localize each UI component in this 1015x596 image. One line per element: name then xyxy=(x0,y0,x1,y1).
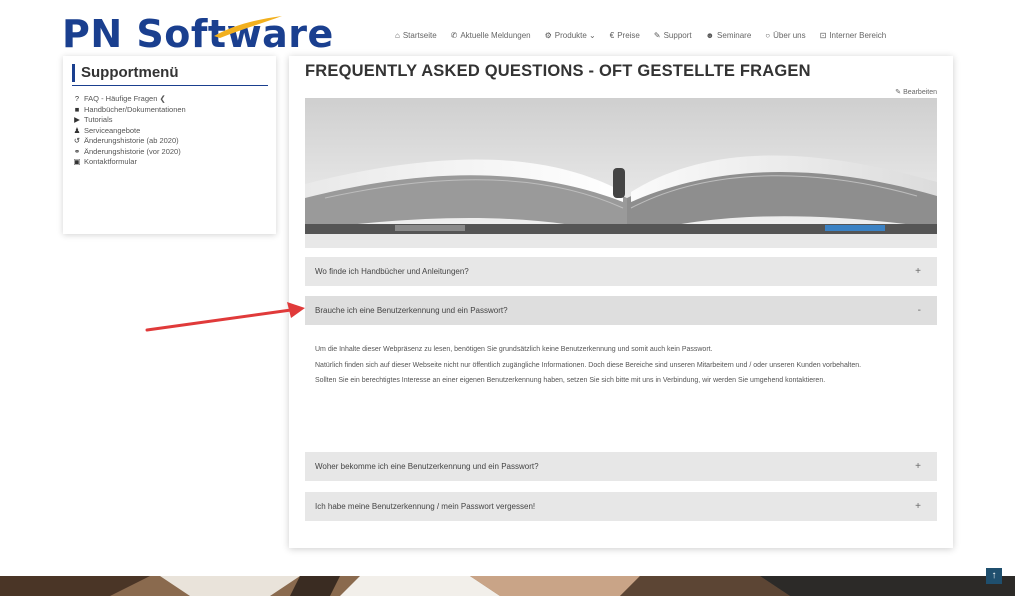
nav-item-seminare[interactable]: ☻ Seminare xyxy=(706,28,752,42)
faq-card: FREQUENTLY ASKED QUESTIONS - OFT GESTELL… xyxy=(289,56,953,548)
faq-question: Ich habe meine Benutzerkennung / mein Pa… xyxy=(315,502,536,511)
footer-background-image xyxy=(0,576,1015,596)
hero-book-image xyxy=(305,98,937,248)
faq-item-passwort-vergessen[interactable]: Ich habe meine Benutzerkennung / mein Pa… xyxy=(305,492,937,521)
faq-item-handbuecher[interactable]: Wo finde ich Handbücher und Anleitungen?… xyxy=(305,257,937,286)
red-arrow-annotation-icon xyxy=(145,302,305,332)
sidebar-item-label: Tutorials xyxy=(84,115,113,124)
top-navigation: ⌂ Startseite ✆ Aktuelle Meldungen ⚙ Prod… xyxy=(395,28,886,42)
book-icon: ■ xyxy=(74,104,80,114)
nav-item-startseite[interactable]: ⌂ Startseite xyxy=(395,28,437,42)
sidebar-item-faq[interactable]: ? FAQ - Häufige Fragen ❮ xyxy=(73,94,186,105)
sidebar-item-kontaktformular[interactable]: ▣ Kontaktformular xyxy=(73,157,186,168)
expand-icon: + xyxy=(915,501,921,512)
support-sidebar: Supportmenü ? FAQ - Häufige Fragen ❮ ■ H… xyxy=(63,56,276,234)
sidebar-divider xyxy=(72,85,268,86)
expand-icon: + xyxy=(915,461,921,472)
sidebar-item-aenderungshistorie-vor-2020[interactable]: ⚭ Änderungshistorie (vor 2020) xyxy=(73,147,186,158)
logo-swoosh-icon xyxy=(214,16,282,38)
form-icon: ▣ xyxy=(73,157,81,166)
faq-answer: Um die Inhalte dieser Webpräsenz zu lese… xyxy=(315,345,915,392)
sidebar-item-handbuecher[interactable]: ■ Handbücher/Dokumentationen xyxy=(73,105,186,116)
sidebar-item-tutorials[interactable]: ▶ Tutorials xyxy=(73,115,186,126)
video-icon: ▶ xyxy=(74,115,80,124)
nav-label: Preise xyxy=(617,30,640,40)
sidebar-item-label: Änderungshistorie (ab 2020) xyxy=(84,136,179,145)
edit-button[interactable]: ✎ Bearbeiten xyxy=(895,88,937,97)
info-icon: ○ xyxy=(765,30,771,40)
nav-label: Support xyxy=(663,30,692,40)
home-icon: ⌂ xyxy=(395,30,400,40)
page-title: FREQUENTLY ASKED QUESTIONS - OFT GESTELL… xyxy=(305,62,811,80)
sidebar-item-label: Handbücher/Dokumentationen xyxy=(84,104,186,114)
question-icon: ? xyxy=(74,94,80,103)
lock-icon: ⊡ xyxy=(819,30,827,40)
site-logo[interactable]: PN Software xyxy=(62,14,334,54)
edit-icon: ✎ xyxy=(895,89,902,96)
nav-label: Produkte ⌄ xyxy=(554,30,596,40)
expand-icon: + xyxy=(915,266,921,277)
history-old-icon: ⚭ xyxy=(73,146,81,156)
nav-label: Interner Bereich xyxy=(829,30,887,40)
sidebar-title: Supportmenü xyxy=(72,64,277,82)
edit-label: Bearbeiten xyxy=(903,88,937,96)
wrench-icon: ✎ xyxy=(653,30,661,40)
arrow-up-icon: ↑ xyxy=(991,570,997,581)
nav-item-produkte[interactable]: ⚙ Produkte ⌄ xyxy=(545,28,596,42)
nav-item-aktuelle-meldungen[interactable]: ✆ Aktuelle Meldungen xyxy=(451,28,531,42)
answer-paragraph: Sollten Sie ein berechtigtes Interesse a… xyxy=(315,377,826,384)
scroll-to-top-button[interactable]: ↑ xyxy=(986,568,1002,584)
faq-item-woher-benutzerkennung[interactable]: Woher bekomme ich eine Benutzerkennung u… xyxy=(305,452,937,481)
megaphone-icon: ✆ xyxy=(450,30,458,40)
nav-item-ueber-uns[interactable]: ○ Über uns xyxy=(765,28,805,42)
sidebar-item-serviceangebote[interactable]: ♟ Serviceangebote xyxy=(73,126,186,137)
nav-item-preise[interactable]: € Preise xyxy=(610,28,640,42)
answer-paragraph: Um die Inhalte dieser Webpräsenz zu lese… xyxy=(315,346,713,353)
logo-pn: PN xyxy=(62,12,123,56)
users-icon: ☻ xyxy=(705,30,715,40)
service-icon: ♟ xyxy=(73,125,81,135)
sidebar-item-aenderungshistorie-ab-2020[interactable]: ↺ Änderungshistorie (ab 2020) xyxy=(73,136,186,147)
sidebar-item-label: Änderungshistorie (vor 2020) xyxy=(84,146,181,156)
sidebar-item-label: FAQ - Häufige Fragen ❮ xyxy=(84,94,166,103)
gear-icon: ⚙ xyxy=(544,30,552,40)
history-icon: ↺ xyxy=(73,136,81,145)
nav-label: Seminare xyxy=(717,30,752,40)
collapse-icon: - xyxy=(917,305,921,316)
nav-label: Startseite xyxy=(402,30,437,40)
answer-paragraph: Natürlich finden sich auf dieser Webseit… xyxy=(315,361,862,369)
nav-label: Aktuelle Meldungen xyxy=(460,30,531,40)
faq-question: Woher bekomme ich eine Benutzerkennung u… xyxy=(315,462,539,471)
sidebar-item-label: Serviceangebote xyxy=(84,125,141,135)
faq-item-benutzerkennung[interactable]: Brauche ich eine Benutzerkennung und ein… xyxy=(305,296,937,325)
nav-item-support[interactable]: ✎ Support xyxy=(654,28,692,42)
faq-question: Brauche ich eine Benutzerkennung und ein… xyxy=(315,306,508,315)
nav-label: Über uns xyxy=(773,30,806,40)
faq-question: Wo finde ich Handbücher und Anleitungen? xyxy=(315,267,469,276)
nav-item-interner-bereich[interactable]: ⊡ Interner Bereich xyxy=(820,28,887,42)
sidebar-menu: ? FAQ - Häufige Fragen ❮ ■ Handbücher/Do… xyxy=(73,94,186,168)
euro-icon: € xyxy=(609,30,615,40)
sidebar-item-label: Kontaktformular xyxy=(84,157,137,166)
